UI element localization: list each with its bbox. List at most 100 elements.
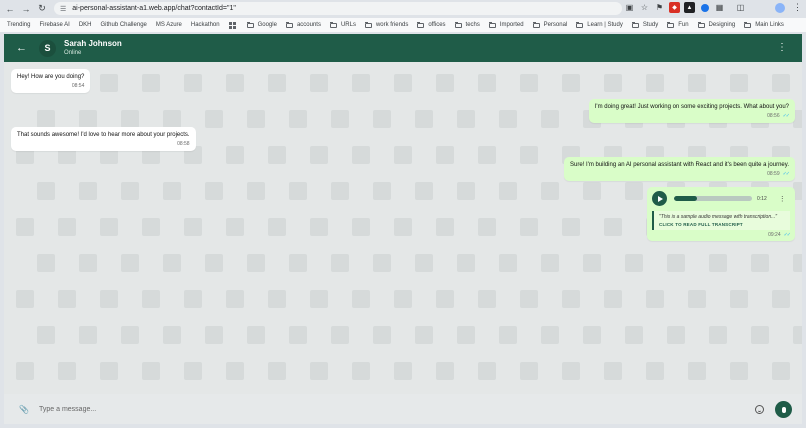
reload-icon[interactable]: ↻ (36, 3, 48, 15)
play-button[interactable] (652, 191, 667, 206)
background-tile (730, 290, 748, 308)
paperclip-icon[interactable]: 📎 (19, 405, 29, 414)
background-tile (121, 110, 139, 128)
folder-label: Learn | Study (587, 22, 623, 28)
bookmark-item[interactable]: MS Azure (156, 22, 182, 28)
folder-icon (329, 21, 337, 28)
background-tile (520, 362, 538, 380)
folder-icon (417, 21, 425, 28)
background-tile (352, 362, 370, 380)
profile-avatar[interactable] (775, 3, 785, 13)
bookmark-folder[interactable]: offices (417, 21, 446, 28)
background-tile (331, 326, 349, 344)
incoming-message[interactable]: That sounds awesome! I'd love to hear mo… (11, 127, 196, 152)
puzzle-icon[interactable]: ▦ (714, 2, 725, 13)
chat-menu-icon[interactable]: ⋮ (777, 42, 787, 53)
folder-label: accounts (296, 22, 321, 28)
bookmarks-bar: Trending Firebase AI DKH Github Challeng… (0, 18, 806, 32)
folder-label: Personal (543, 22, 568, 28)
background-tile (184, 74, 202, 92)
contact-info[interactable]: Sarah Johnson Online (64, 39, 122, 56)
background-tile (772, 362, 790, 380)
background-tile (142, 74, 160, 92)
background-tile (583, 182, 601, 200)
audio-progress-bar[interactable] (674, 196, 752, 201)
bookmark-item[interactable]: Github Challenge (101, 22, 147, 28)
read-transcript-link[interactable]: CLICK TO READ FULL TRANSCRIPT (659, 222, 785, 227)
bookmark-folder[interactable]: Study (631, 21, 658, 28)
dark-extension-icon[interactable]: ▲ (684, 2, 695, 13)
site-settings-icon[interactable]: ☰ (60, 5, 66, 13)
background-tile (373, 182, 391, 200)
extension-icon[interactable]: ⚑ (654, 2, 665, 13)
bookmark-folder[interactable]: Google (246, 21, 277, 28)
folder-icon (631, 21, 639, 28)
bookmark-folder[interactable]: URLs (329, 21, 356, 28)
shield-extension-icon[interactable]: ◆ (669, 2, 680, 13)
bookmark-folder[interactable]: work friends (364, 21, 408, 28)
side-panel-icon[interactable]: ◫ (735, 2, 746, 13)
incoming-message[interactable]: Hey! How are you doing? 08:54 (11, 69, 91, 94)
bookmark-item[interactable]: Trending (7, 22, 30, 28)
bookmark-folder[interactable]: Fun (667, 21, 689, 28)
blue-extension-icon[interactable] (699, 2, 710, 13)
bookmark-folder[interactable]: techs (454, 21, 480, 28)
back-arrow-icon[interactable]: ← (16, 42, 30, 54)
transcript-text: "This is a sample audio message with tra… (659, 214, 778, 220)
address-bar[interactable]: ☰ ai-personal-assistant-a1.web.app/chat?… (54, 2, 622, 15)
background-tile (604, 218, 622, 236)
bookmark-star-icon[interactable]: ☆ (639, 2, 650, 13)
message-input[interactable] (39, 400, 751, 418)
bookmark-folder[interactable]: Designing (697, 21, 736, 28)
back-icon[interactable]: ← (4, 3, 16, 15)
background-tile (79, 182, 97, 200)
background-tile (667, 254, 685, 272)
background-tile (520, 146, 538, 164)
folder-label: URLs (340, 22, 356, 28)
background-tile (373, 326, 391, 344)
background-tile (604, 290, 622, 308)
folder-icon (364, 21, 372, 28)
folder-icon (246, 21, 254, 28)
background-tile (184, 362, 202, 380)
background-tile (247, 254, 265, 272)
background-tile (268, 362, 286, 380)
background-tile (772, 74, 790, 92)
background-tile (163, 326, 181, 344)
background-tile (373, 254, 391, 272)
emoji-icon[interactable] (755, 404, 764, 414)
message-time: 09:24 (768, 232, 781, 238)
audio-options-icon[interactable]: ⋮ (779, 195, 786, 203)
bookmark-folder[interactable]: Main Links (744, 21, 784, 28)
background-tile (499, 254, 517, 272)
background-tile (478, 362, 496, 380)
bookmark-folder[interactable]: Imported (488, 21, 524, 28)
background-tile (79, 254, 97, 272)
bookmark-item[interactable]: Hackathon (191, 22, 220, 28)
apps-grid-icon[interactable] (228, 21, 236, 29)
browser-menu-icon[interactable]: ⋮ (793, 2, 802, 13)
outgoing-message[interactable]: I'm doing great! Just working on some ex… (588, 99, 795, 124)
install-app-icon[interactable]: ▣ (624, 2, 635, 13)
background-tile (730, 362, 748, 380)
background-tile (457, 110, 475, 128)
background-tile (562, 74, 580, 92)
bookmark-item[interactable]: Firebase AI (39, 22, 69, 28)
folder-label: Google (257, 22, 277, 28)
bookmark-folder[interactable]: accounts (285, 21, 321, 28)
bookmark-folder[interactable]: Learn | Study (576, 21, 623, 28)
background-tile (16, 362, 34, 380)
chat-header: ← S Sarah Johnson Online ⋮ (4, 34, 802, 62)
outgoing-message[interactable]: Sure! I'm building an AI personal assist… (564, 157, 795, 182)
background-tile (562, 218, 580, 236)
background-tile (100, 218, 118, 236)
bookmark-folder[interactable]: Personal (532, 21, 568, 28)
microphone-button[interactable] (775, 401, 792, 418)
background-tile (604, 362, 622, 380)
background-tile (352, 218, 370, 236)
forward-icon[interactable]: → (20, 3, 32, 15)
bookmark-item[interactable]: DKH (79, 22, 92, 28)
contact-avatar[interactable]: S (39, 39, 56, 57)
folder-label: Designing (708, 22, 736, 28)
message-composer: 📎 (4, 394, 802, 424)
